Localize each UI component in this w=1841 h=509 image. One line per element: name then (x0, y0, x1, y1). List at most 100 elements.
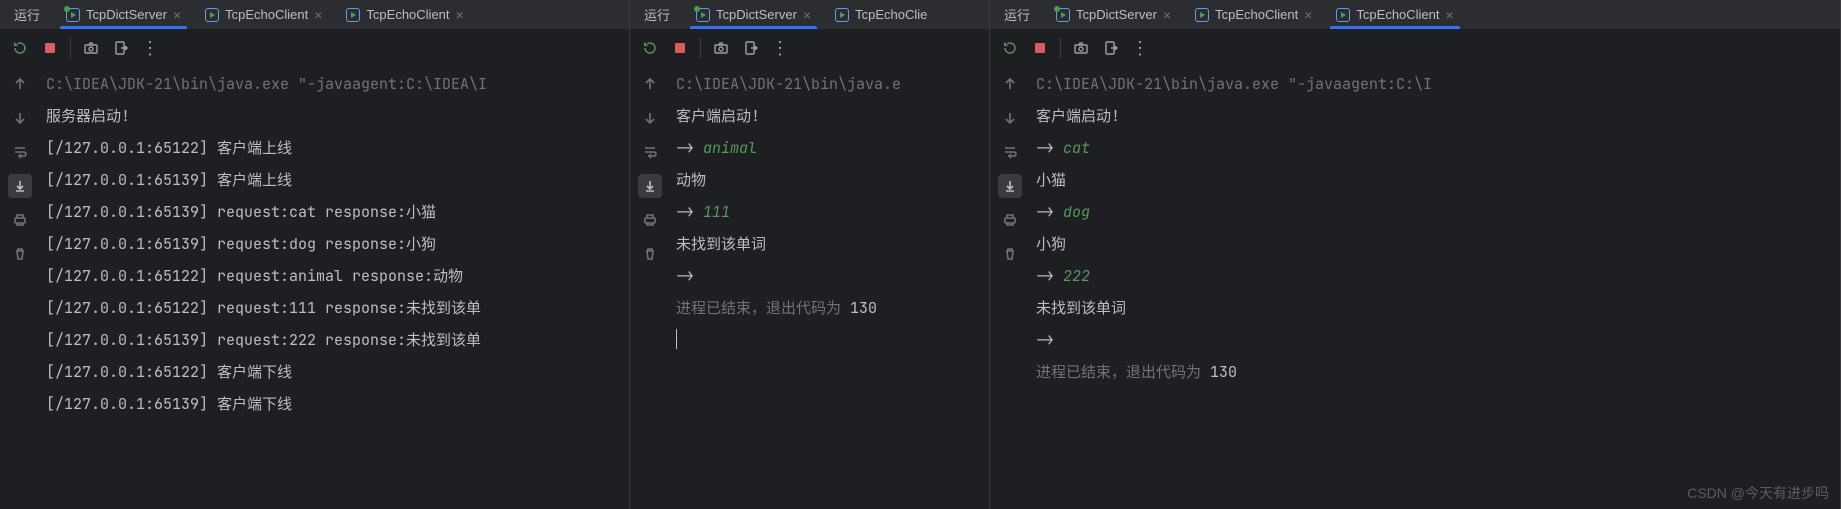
close-icon[interactable]: × (173, 8, 181, 22)
scroll-to-end-icon[interactable] (8, 174, 32, 198)
tab-bar: 运行 TcpDictServer × TcpEchoClient × TcpEc… (990, 0, 1840, 30)
run-label: 运行 (630, 0, 684, 29)
stdin: cat (1063, 138, 1090, 158)
run-toolbar: ⋮ (0, 30, 629, 66)
close-icon[interactable]: × (803, 8, 811, 22)
down-icon[interactable] (998, 106, 1022, 130)
command-line: C:\IDEA\JDK-21\bin\java.exe "-javaagent:… (46, 74, 487, 94)
console-output[interactable]: C:\IDEA\JDK-21\bin\java.exe "-javaagent:… (40, 66, 629, 509)
tab-tcpdictserver[interactable]: TcpDictServer × (684, 0, 823, 29)
tab-label: TcpDictServer (1076, 7, 1157, 22)
run-config-icon (835, 8, 849, 22)
console-line: [/127.0.0.1:65122] 客户端下线 (46, 362, 292, 382)
console-line: [/127.0.0.1:65139] 客户端上线 (46, 170, 292, 190)
down-icon[interactable] (638, 106, 662, 130)
up-icon[interactable] (8, 72, 32, 96)
console-line: [/127.0.0.1:65122] request:111 response:… (46, 298, 481, 318)
stdout: 小猫 (1036, 170, 1066, 190)
exit-msg: 进程已结束，退出代码为 130 (676, 298, 877, 318)
tab-label: TcpEchoClie (855, 7, 927, 22)
close-icon[interactable]: × (1446, 8, 1454, 22)
tab-tcpechoclient[interactable]: TcpEchoClient × (193, 0, 334, 29)
prompt: -> (1036, 266, 1063, 286)
more-icon[interactable]: ⋮ (771, 38, 791, 59)
prompt: -> (676, 202, 703, 222)
tab-label: TcpEchoClient (366, 7, 449, 22)
command-line: C:\IDEA\JDK-21\bin\java.e (676, 74, 901, 94)
tab-tcpechoclient[interactable]: TcpEchoClie (823, 0, 939, 29)
up-icon[interactable] (638, 72, 662, 96)
exit-icon[interactable] (741, 38, 761, 58)
gutter (990, 66, 1030, 509)
console-output[interactable]: C:\IDEA\JDK-21\bin\java.exe "-javaagent:… (1030, 66, 1840, 509)
tab-bar: 运行 TcpDictServer × TcpEchoClient × TcpEc… (0, 0, 629, 30)
gutter (0, 66, 40, 509)
console-line: [/127.0.0.1:65122] 客户端上线 (46, 138, 292, 158)
caret (676, 329, 677, 349)
softwrap-icon[interactable] (8, 140, 32, 164)
camera-icon[interactable] (711, 38, 731, 58)
rerun-button[interactable] (10, 38, 30, 58)
close-icon[interactable]: × (456, 8, 464, 22)
stdout: 小狗 (1036, 234, 1066, 254)
separator (1060, 38, 1061, 58)
stdout: 动物 (676, 170, 706, 190)
up-icon[interactable] (998, 72, 1022, 96)
separator (700, 38, 701, 58)
camera-icon[interactable] (1071, 38, 1091, 58)
softwrap-icon[interactable] (998, 140, 1022, 164)
stop-button[interactable] (40, 38, 60, 58)
console-body: C:\IDEA\JDK-21\bin\java.exe "-javaagent:… (990, 66, 1840, 509)
run-label: 运行 (990, 0, 1044, 29)
prompt: -> (676, 266, 694, 286)
scroll-to-end-icon[interactable] (638, 174, 662, 198)
tab-label: TcpDictServer (86, 7, 167, 22)
scroll-to-end-icon[interactable] (998, 174, 1022, 198)
trash-icon[interactable] (638, 242, 662, 266)
down-icon[interactable] (8, 106, 32, 130)
trash-icon[interactable] (998, 242, 1022, 266)
rerun-button[interactable] (1000, 38, 1020, 58)
close-icon[interactable]: × (1163, 8, 1171, 22)
run-pane-client-2: 运行 TcpDictServer × TcpEchoClient × TcpEc… (990, 0, 1841, 509)
stop-button[interactable] (670, 38, 690, 58)
camera-icon[interactable] (81, 38, 101, 58)
close-icon[interactable]: × (314, 8, 322, 22)
stdout: 未找到该单词 (676, 234, 766, 254)
run-config-icon (66, 8, 80, 22)
console-line: [/127.0.0.1:65139] request:dog response:… (46, 234, 436, 254)
stop-button[interactable] (1030, 38, 1050, 58)
run-config-icon (346, 8, 360, 22)
tab-tcpdictserver[interactable]: TcpDictServer × (54, 0, 193, 29)
exit-icon[interactable] (111, 38, 131, 58)
stdin: animal (703, 138, 757, 158)
tab-tcpechoclient-2[interactable]: TcpEchoClient × (1324, 0, 1465, 29)
run-pane-server: 运行 TcpDictServer × TcpEchoClient × TcpEc… (0, 0, 630, 509)
softwrap-icon[interactable] (638, 140, 662, 164)
tab-tcpechoclient[interactable]: TcpEchoClient × (1183, 0, 1324, 29)
tab-label: TcpDictServer (716, 7, 797, 22)
console-line: 客户端启动! (1036, 106, 1120, 126)
command-line: C:\IDEA\JDK-21\bin\java.exe "-javaagent:… (1036, 74, 1432, 94)
tab-tcpechoclient-2[interactable]: TcpEchoClient × (334, 0, 475, 29)
rerun-button[interactable] (640, 38, 660, 58)
stdin: 222 (1063, 266, 1090, 286)
print-icon[interactable] (638, 208, 662, 232)
tab-tcpdictserver[interactable]: TcpDictServer × (1044, 0, 1183, 29)
console-body: C:\IDEA\JDK-21\bin\java.e 客户端启动! -> anim… (630, 66, 989, 509)
print-icon[interactable] (998, 208, 1022, 232)
exit-msg: 进程已结束，退出代码为 130 (1036, 362, 1237, 382)
stdout: 未找到该单词 (1036, 298, 1126, 318)
run-config-icon (1195, 8, 1209, 22)
run-config-icon (1336, 8, 1350, 22)
more-icon[interactable]: ⋮ (141, 38, 161, 59)
exit-icon[interactable] (1101, 38, 1121, 58)
trash-icon[interactable] (8, 242, 32, 266)
run-config-icon (205, 8, 219, 22)
run-pane-client-1: 运行 TcpDictServer × TcpEchoClie ⋮ C:\IDEA… (630, 0, 990, 509)
print-icon[interactable] (8, 208, 32, 232)
console-output[interactable]: C:\IDEA\JDK-21\bin\java.e 客户端启动! -> anim… (670, 66, 989, 509)
prompt: -> (1036, 202, 1063, 222)
close-icon[interactable]: × (1304, 8, 1312, 22)
more-icon[interactable]: ⋮ (1131, 38, 1151, 59)
